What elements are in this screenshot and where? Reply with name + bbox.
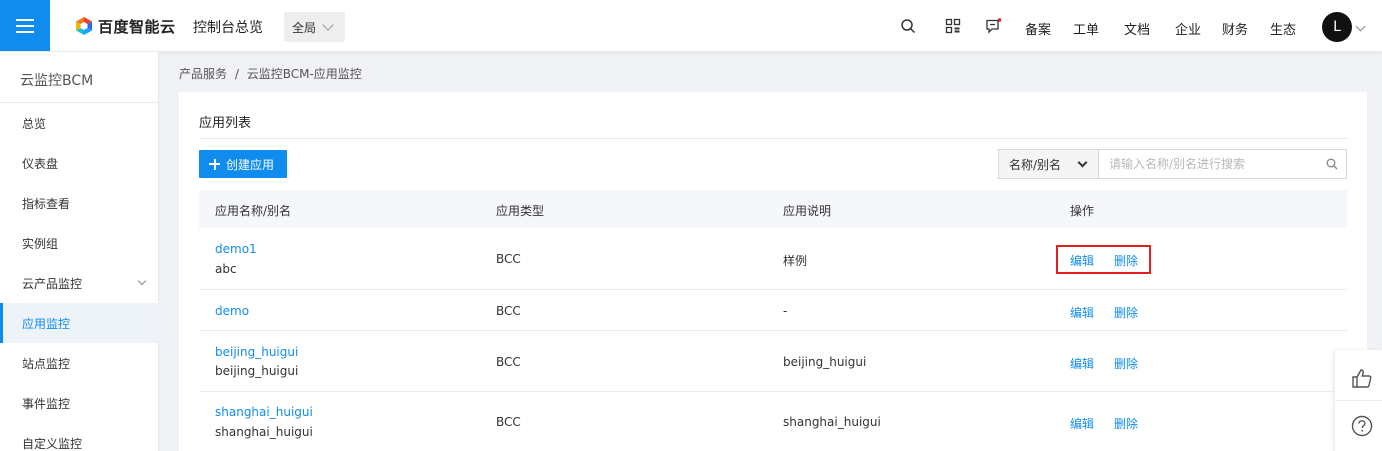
sidebar-item-app-monitor[interactable]: 应用监控 — [0, 303, 159, 343]
create-app-button[interactable]: 创建应用 — [199, 150, 287, 178]
app-alias: shanghai_huigui — [215, 425, 313, 439]
sidebar-item-label: 事件监控 — [22, 396, 71, 411]
chevron-down-icon — [1077, 157, 1088, 168]
region-select[interactable]: 全局 — [284, 12, 345, 42]
table-header: 应用名称/别名 应用类型 应用说明 操作 — [199, 190, 1347, 228]
sidebar: 云监控BCM 总览 仪表盘 指标查看 实例组 云产品监控 应用监控 站点监控 事… — [0, 52, 159, 451]
nav-finance[interactable]: 财务 — [1222, 19, 1248, 38]
breadcrumb-separator: / — [234, 67, 239, 81]
table-row: demo1 abc BCC 样例 编辑 删除 — [199, 228, 1347, 290]
create-app-label: 创建应用 — [226, 157, 275, 172]
app-alias: beijing_huigui — [215, 364, 299, 378]
app-list-card: 应用列表 创建应用 名称/别名 应用名称/别名 应用类型 应用说明 操作 dem… — [179, 92, 1367, 451]
edit-button[interactable]: 编辑 — [1070, 252, 1094, 269]
region-label: 全局 — [292, 20, 317, 35]
app-name-link[interactable]: beijing_huigui — [215, 345, 298, 359]
nav-docs[interactable]: 文档 — [1124, 19, 1150, 38]
edit-button[interactable]: 编辑 — [1070, 415, 1094, 432]
app-desc: beijing_huigui — [783, 355, 867, 369]
sidebar-item-instance-group[interactable]: 实例组 — [0, 223, 159, 263]
app-type: BCC — [496, 252, 521, 266]
sidebar-item-label: 应用监控 — [22, 316, 71, 331]
nav-beian[interactable]: 备案 — [1025, 19, 1051, 38]
sidebar-item-label: 站点监控 — [22, 356, 71, 371]
app-name-link[interactable]: demo — [215, 304, 249, 318]
delete-button[interactable]: 删除 — [1114, 252, 1138, 269]
sidebar-item-label: 云产品监控 — [22, 276, 83, 291]
menu-button[interactable] — [0, 0, 50, 51]
sidebar-item-label: 实例组 — [22, 236, 59, 251]
sidebar-item-custom-monitor[interactable]: 自定义监控 — [0, 423, 159, 451]
app-name-link[interactable]: shanghai_huigui — [215, 405, 313, 419]
app-desc: - — [783, 304, 788, 318]
floating-help-panel — [1334, 350, 1382, 451]
thumbs-up-icon[interactable] — [1351, 367, 1373, 389]
sidebar-item-dashboard[interactable]: 仪表盘 — [0, 143, 159, 183]
sidebar-item-overview[interactable]: 总览 — [0, 103, 159, 143]
sidebar-item-site-monitor[interactable]: 站点监控 — [0, 343, 159, 383]
sidebar-item-label: 自定义监控 — [22, 436, 83, 451]
help-icon[interactable] — [1351, 415, 1373, 437]
logo-text: 百度智能云 — [98, 17, 176, 36]
column-header-actions: 操作 — [1070, 204, 1095, 218]
sidebar-item-label: 仪表盘 — [22, 156, 59, 171]
delete-button[interactable]: 删除 — [1114, 355, 1138, 372]
app-desc: shanghai_huigui — [783, 415, 881, 429]
column-header-type: 应用类型 — [496, 204, 545, 218]
sidebar-title: 云监控BCM — [20, 73, 94, 89]
sidebar-item-label: 指标查看 — [22, 196, 71, 211]
app-alias: abc — [215, 262, 237, 276]
logo[interactable]: 百度智能云 — [74, 15, 176, 37]
app-desc: 样例 — [783, 254, 808, 268]
apps-grid-icon[interactable] — [945, 18, 961, 34]
sidebar-item-metrics[interactable]: 指标查看 — [0, 183, 159, 223]
chevron-down-icon[interactable] — [1355, 21, 1366, 32]
console-overview-link[interactable]: 控制台总览 — [193, 17, 263, 37]
app-type: BCC — [496, 355, 521, 369]
sidebar-item-event-monitor[interactable]: 事件监控 — [0, 383, 159, 423]
nav-enterprise[interactable]: 企业 — [1175, 19, 1201, 38]
table-row: shanghai_huigui shanghai_huigui BCC shan… — [199, 392, 1347, 451]
sidebar-item-label: 总览 — [22, 116, 47, 131]
plus-icon — [209, 158, 220, 170]
divider — [199, 138, 1347, 139]
search-icon[interactable] — [900, 18, 916, 34]
breadcrumb-parent[interactable]: 产品服务 — [179, 67, 227, 81]
avatar[interactable]: L — [1322, 12, 1352, 42]
message-icon[interactable] — [985, 18, 1001, 34]
search-box: 名称/别名 — [998, 149, 1347, 179]
delete-button[interactable]: 删除 — [1114, 415, 1138, 432]
top-navbar: 百度智能云 控制台总览 全局 备案 工单 文档 企业 财务 生态 L — [0, 0, 1382, 52]
app-type: BCC — [496, 415, 521, 429]
table-row: beijing_huigui beijing_huigui BCC beijin… — [199, 331, 1347, 392]
column-header-name: 应用名称/别名 — [215, 204, 292, 218]
app-type: BCC — [496, 304, 521, 318]
search-field-label: 名称/别名 — [1009, 157, 1062, 172]
column-header-desc: 应用说明 — [783, 204, 832, 218]
nav-ecosystem[interactable]: 生态 — [1270, 19, 1296, 38]
table-row: demo BCC - 编辑 删除 — [199, 290, 1347, 331]
sidebar-item-cloud-product[interactable]: 云产品监控 — [0, 263, 159, 303]
app-name-link[interactable]: demo1 — [215, 242, 257, 256]
breadcrumb-current: 云监控BCM-应用监控 — [246, 67, 362, 81]
page-title: 应用列表 — [199, 116, 252, 131]
baidu-cloud-logo-icon — [76, 17, 92, 35]
divider — [1335, 400, 1382, 401]
search-field-select[interactable]: 名称/别名 — [999, 150, 1099, 178]
search-input[interactable] — [1099, 150, 1319, 178]
breadcrumb: 产品服务 / 云监控BCM-应用监控 — [179, 65, 366, 82]
chevron-down-icon — [137, 276, 147, 286]
edit-button[interactable]: 编辑 — [1070, 355, 1094, 372]
hamburger-icon — [16, 18, 34, 33]
edit-button[interactable]: 编辑 — [1070, 304, 1094, 321]
search-icon[interactable] — [1326, 158, 1338, 170]
nav-ticket[interactable]: 工单 — [1073, 19, 1099, 38]
chevron-down-icon — [322, 19, 334, 31]
delete-button[interactable]: 删除 — [1114, 304, 1138, 321]
